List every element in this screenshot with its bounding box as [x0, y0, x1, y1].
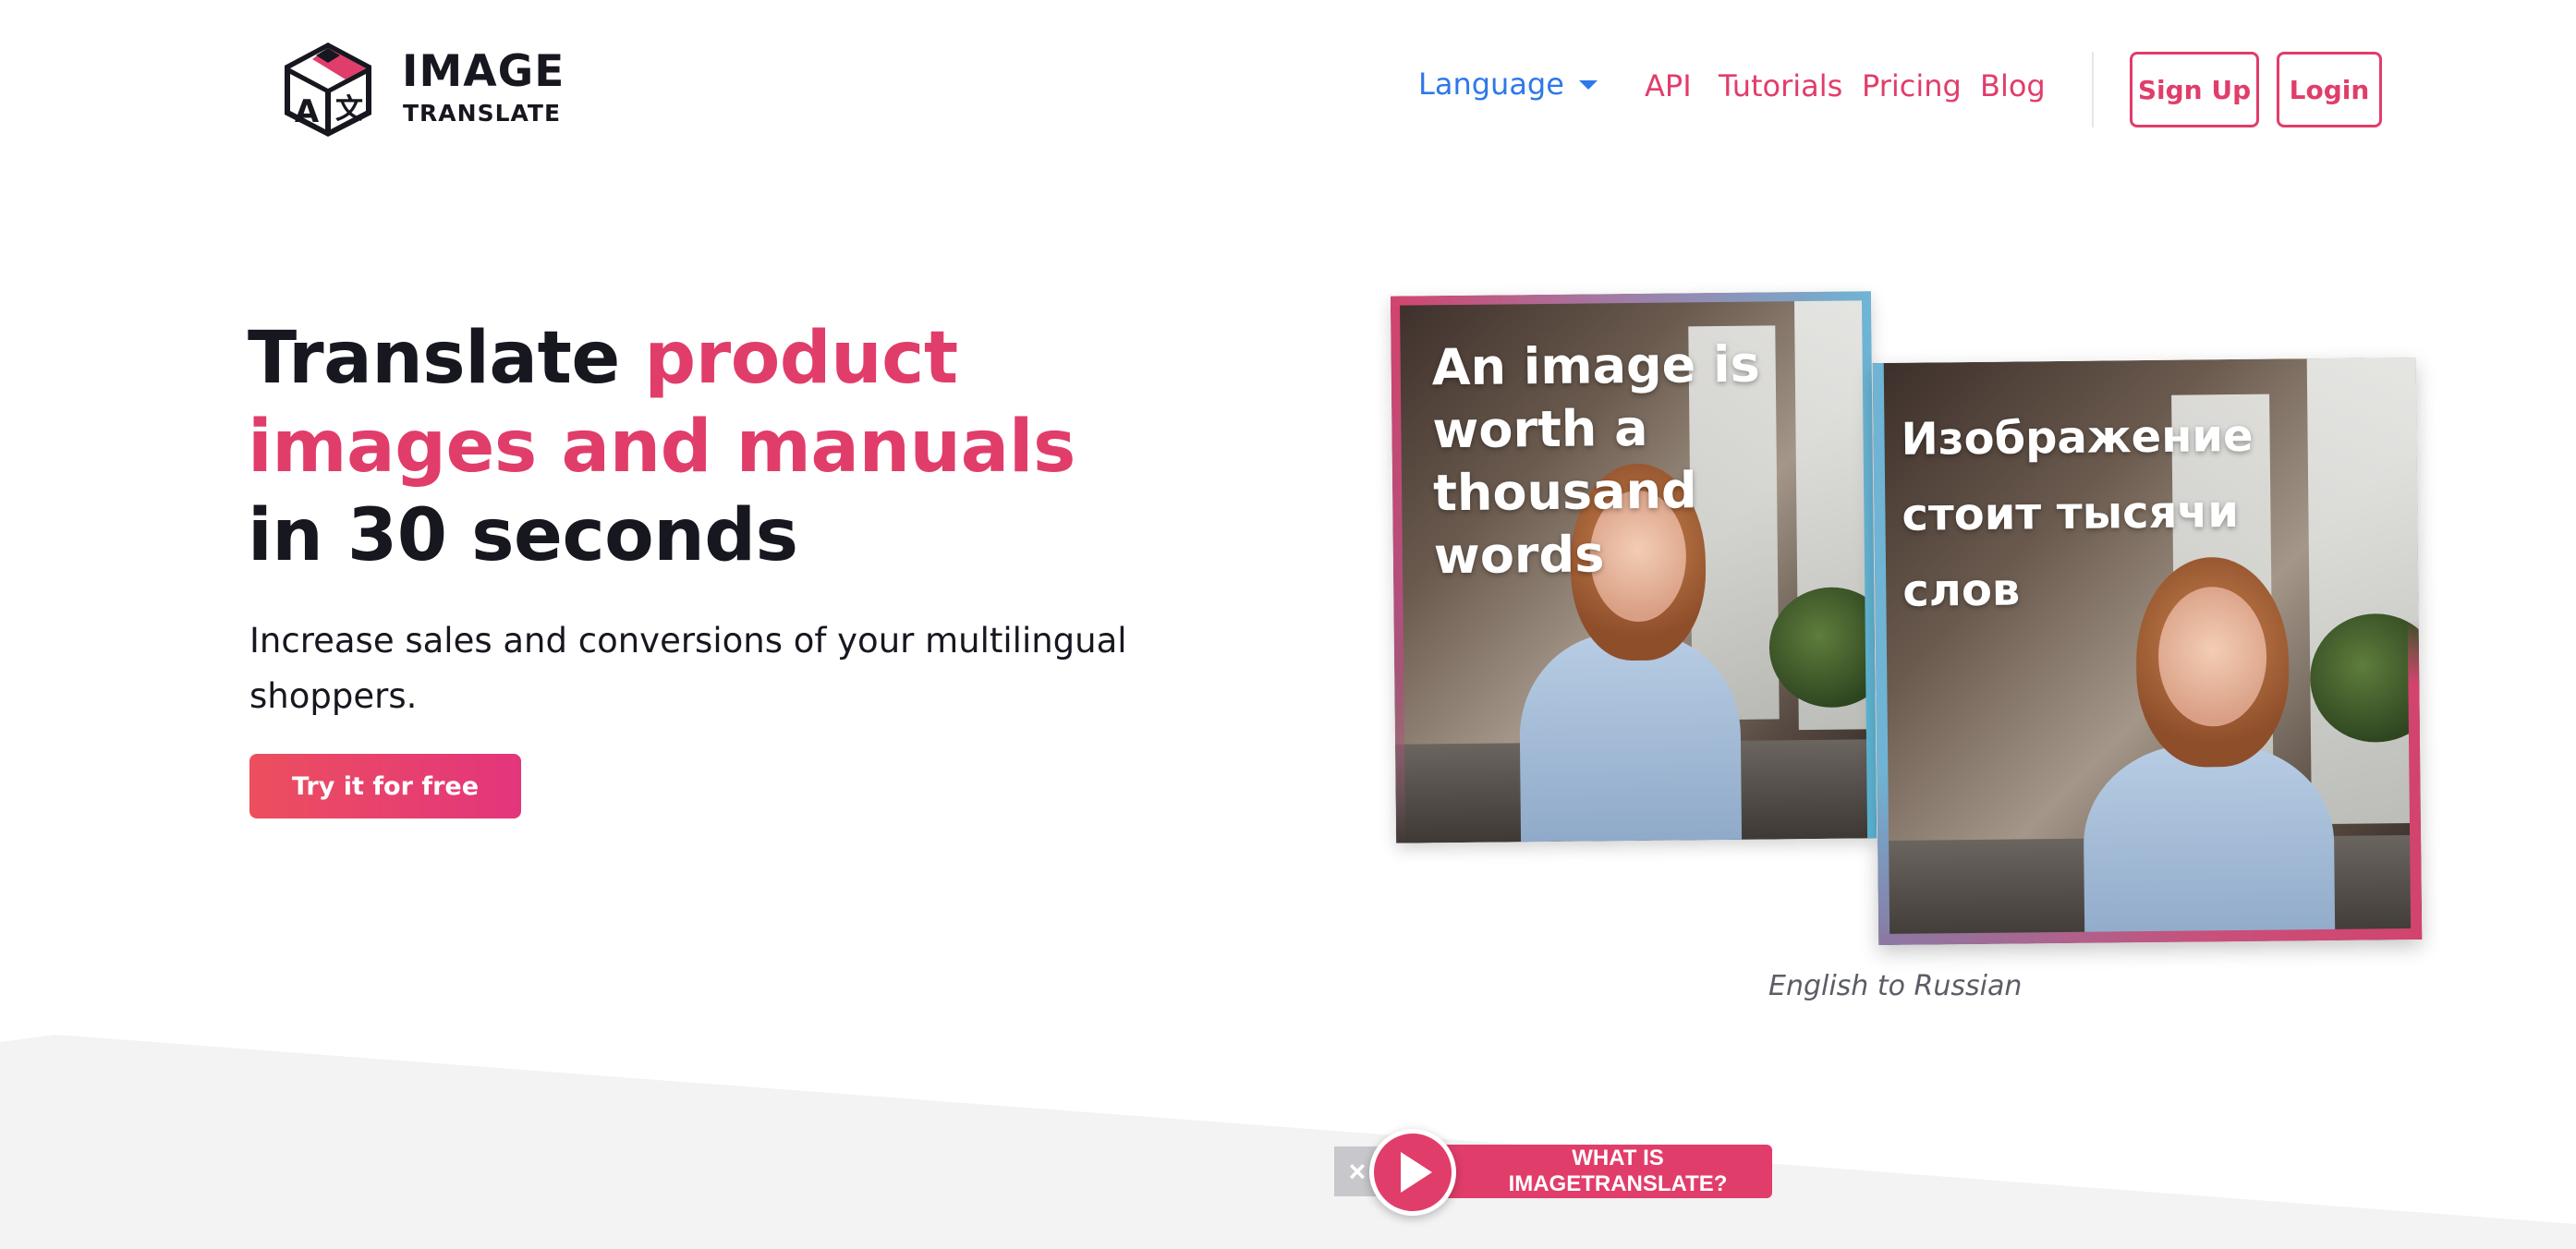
- hero-title-part2: in 30 seconds: [248, 494, 798, 577]
- original-line: thousand: [1432, 461, 1697, 523]
- nav-blog[interactable]: Blog: [1980, 68, 2046, 103]
- original-line: worth a: [1432, 398, 1648, 460]
- plant: [1768, 586, 1877, 709]
- what-is-imagetranslate-button[interactable]: WHAT IS IMAGETRANSLATE?: [1419, 1145, 1772, 1198]
- translated-image-card: Изображение стоит тысячи слов: [1872, 357, 2423, 946]
- original-line: An image is: [1431, 334, 1761, 397]
- section-divider: [0, 1035, 2576, 1249]
- hero-title: Translate product images and manuals in …: [248, 314, 1153, 580]
- original-line: words: [1433, 525, 1605, 586]
- window: [2307, 357, 2421, 825]
- original-image-text: An image is worth a thousand words: [1431, 333, 1762, 588]
- nav-api[interactable]: API: [1645, 68, 1692, 103]
- hero-subtitle: Increase sales and conversions of your m…: [249, 621, 1127, 716]
- original-image-card: An image is worth a thousand words: [1390, 291, 1877, 843]
- logo-word-translate: TRANSLATE: [403, 100, 562, 127]
- cube-letter-wen: 文: [335, 93, 363, 126]
- nav-divider: [2092, 52, 2094, 127]
- chevron-down-icon: [1578, 80, 1598, 90]
- language-label: Language: [1418, 67, 1564, 102]
- logo[interactable]: A 文 IMAGE TRANSLATE: [279, 39, 565, 140]
- translate-cube-icon: A 文: [285, 42, 371, 137]
- language-dropdown[interactable]: Language: [1418, 67, 1598, 102]
- login-button[interactable]: Login: [2277, 52, 2382, 127]
- translated-line: стоит тысячи: [1902, 485, 2240, 541]
- nav-tutorials[interactable]: Tutorials: [1719, 68, 1842, 103]
- person-shirt: [2083, 742, 2336, 946]
- play-video-button[interactable]: [1369, 1129, 1456, 1216]
- translated-image-text: Изображение стоит тысячи слов: [1901, 398, 2255, 629]
- logo-word-image: IMAGE: [402, 46, 565, 97]
- person-shirt: [1518, 631, 1743, 843]
- cube-letter-a: A: [295, 93, 320, 130]
- card-edge: [2407, 619, 2423, 940]
- translated-line: Изображение: [1901, 409, 2254, 466]
- nav-pricing[interactable]: Pricing: [1862, 68, 1962, 103]
- try-free-button[interactable]: Try it for free: [249, 754, 521, 819]
- translated-line: слов: [1902, 564, 2021, 617]
- hero-title-part1: Translate: [248, 317, 645, 400]
- showcase-caption: English to Russian: [1768, 970, 2023, 1002]
- play-icon: [1401, 1152, 1432, 1193]
- sign-up-button[interactable]: Sign Up: [2130, 52, 2259, 127]
